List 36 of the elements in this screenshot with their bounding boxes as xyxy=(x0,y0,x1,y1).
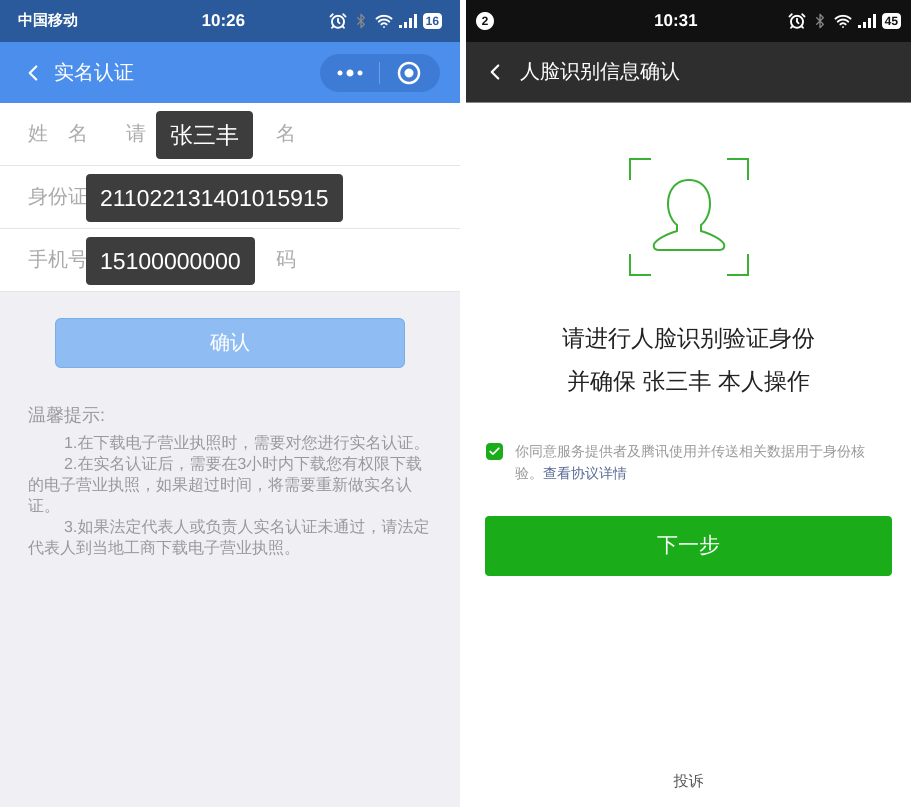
more-icon[interactable] xyxy=(337,68,363,76)
signal-icon xyxy=(398,14,417,28)
alarm-icon xyxy=(328,12,347,30)
value-overlay: 张三丰 xyxy=(156,111,253,159)
complaint-link[interactable]: 投诉 xyxy=(674,770,704,793)
target-icon[interactable] xyxy=(397,60,421,84)
value-overlay: 211022131401015915 xyxy=(86,174,343,222)
signal-icon xyxy=(858,14,876,28)
battery-level: 16 xyxy=(422,13,442,29)
clock-time: 10:31 xyxy=(654,10,698,32)
alarm-icon xyxy=(788,12,806,30)
prompt-text: 并确保 张三丰 本人操作 xyxy=(567,366,810,396)
carrier-name: 中国移动 xyxy=(18,10,78,31)
placeholder-text: 码 xyxy=(276,248,296,273)
tips-title: 温馨提示: xyxy=(28,404,106,427)
agree-checkbox[interactable] xyxy=(486,443,503,460)
page-title: 人脸识别信息确认 xyxy=(520,60,680,85)
placeholder-text: 请 xyxy=(126,122,146,147)
battery-level: 45 xyxy=(882,13,901,29)
value-overlay: 15100000000 xyxy=(86,237,255,285)
agreement-text: 你同意服务提供者及腾讯使用并传送相关数据用于身份核验。查看协议详情 xyxy=(515,442,866,483)
clock-time: 10:26 xyxy=(202,10,246,32)
face-frame-icon xyxy=(628,158,748,276)
field-label: 姓 名 xyxy=(28,122,89,147)
tip-text: 1.在下载电子营业执照时，需要对您进行实名认证。 xyxy=(63,434,430,454)
tip-text: 3.如果法定代表人或负责人实名认证未通过，请法定代表人到当地工商下载电子营业执照。 xyxy=(28,518,430,559)
prompt-text: 请进行人脸识别验证身份 xyxy=(562,324,815,353)
page-title: 实名认证 xyxy=(54,60,134,86)
check-icon xyxy=(488,445,501,458)
wifi-icon xyxy=(834,12,852,30)
tip-text: 2.在实名认证后，需要在3小时内下载您有权限下载的电子营业执照，如果超过时间，将需要重新做实名认证。 xyxy=(28,454,424,517)
placeholder-text: 名 xyxy=(276,122,296,147)
next-button[interactable]: 下一步 xyxy=(485,516,892,576)
wifi-icon xyxy=(374,12,393,30)
notification-count: 2 xyxy=(476,12,494,30)
agreement-link[interactable]: 查看协议详情 xyxy=(543,465,627,481)
